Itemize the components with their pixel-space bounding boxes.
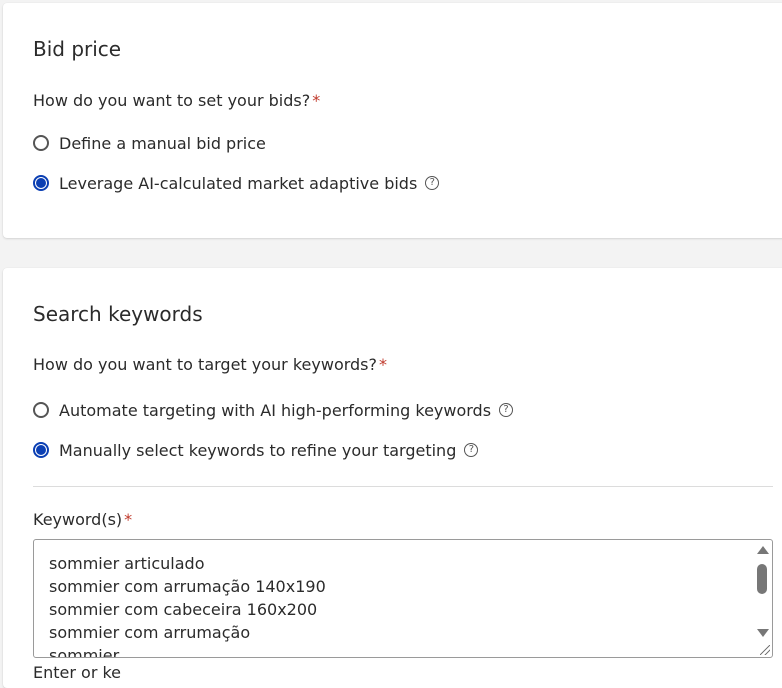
keyword-line: sommier com arrumação — [49, 623, 251, 642]
textarea-scrollbar[interactable] — [756, 542, 770, 655]
question-circle-icon[interactable]: ? — [464, 443, 479, 457]
bid-option-ai-label: Leverage AI-calculated market adaptive b… — [59, 173, 418, 193]
resize-handle-icon[interactable] — [760, 645, 770, 655]
bid-price-card: Bid price How do you want to set your bi… — [3, 3, 782, 238]
radio-selected-icon[interactable] — [33, 442, 49, 458]
required-mark: * — [379, 355, 388, 374]
required-mark: * — [124, 510, 133, 529]
keywords-list: sommier articulado sommier com arrumação… — [49, 552, 326, 658]
keyword-line: sommier — [49, 646, 120, 658]
search-keywords-card: Search keywords How do you want to targe… — [3, 268, 782, 688]
keyword-line: sommier com arrumação 140x190 — [49, 577, 326, 596]
question-circle-icon[interactable]: ? — [499, 403, 514, 417]
keyword-option-automate-label: Automate targeting with AI high-performi… — [59, 400, 492, 420]
keywords-question-text: How do you want to target your keywords? — [33, 355, 378, 374]
radio-empty-icon[interactable] — [33, 402, 49, 418]
section-divider — [33, 486, 773, 487]
bid-option-manual-label: Define a manual bid price — [59, 133, 266, 153]
keywords-hint: Enter or ke — [33, 663, 122, 682]
radio-selected-icon[interactable] — [33, 175, 49, 191]
keyword-line: sommier com cabeceira 160x200 — [49, 600, 318, 619]
bid-price-question-text: How do you want to set your bids? — [33, 91, 311, 110]
keywords-label: Keyword(s) * — [33, 510, 132, 529]
required-mark: * — [312, 91, 321, 110]
keyword-option-automate[interactable]: Automate targeting with AI high-performi… — [33, 399, 514, 421]
bid-option-ai[interactable]: Leverage AI-calculated market adaptive b… — [33, 172, 440, 194]
keyword-option-manual-label: Manually select keywords to refine your … — [59, 440, 457, 460]
keyword-line: sommier articulado — [49, 554, 205, 573]
bid-price-title: Bid price — [33, 37, 122, 61]
radio-empty-icon[interactable] — [33, 135, 49, 151]
keywords-label-text: Keyword(s) — [33, 510, 123, 529]
question-circle-icon[interactable]: ? — [425, 176, 440, 190]
scroll-thumb[interactable] — [757, 564, 767, 594]
scroll-up-arrow-icon[interactable] — [757, 546, 769, 554]
keyword-option-manual[interactable]: Manually select keywords to refine your … — [33, 439, 479, 461]
bid-price-question: How do you want to set your bids? * — [33, 91, 320, 110]
keywords-textarea[interactable]: sommier articulado sommier com arrumação… — [33, 539, 773, 658]
scroll-down-arrow-icon[interactable] — [757, 629, 769, 637]
keywords-question: How do you want to target your keywords?… — [33, 355, 387, 374]
search-keywords-title: Search keywords — [33, 302, 203, 326]
bid-option-manual[interactable]: Define a manual bid price — [33, 132, 266, 154]
